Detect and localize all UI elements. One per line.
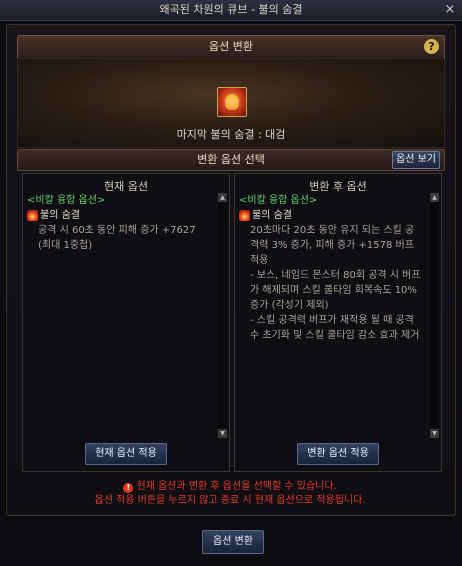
current-option-body: <비칼 융합 옵션> 불의 숨결 공격 시 60초 동안 피해 증가 +7627… [27,193,211,253]
scroll-up-icon[interactable]: ▲ [430,193,439,202]
scroll-down-icon[interactable]: ▼ [218,429,227,438]
view-options-button[interactable]: 옵션 보기 [392,151,440,169]
apply-after-button[interactable]: 변환 옵션 적용 [297,443,379,465]
help-icon[interactable]: ? [424,39,439,54]
after-option-panel: 변환 후 옵션 <비칼 융합 옵션> 불의 숨결 20초마다 20초 동안 유지… [234,173,442,472]
notice: ! 현재 옵션과 변환 후 옵션을 선택할 수 있습니다. 옵션 적용 버튼을 … [17,480,443,508]
current-option-title: 현재 옵션 [104,180,148,193]
convert-option-button[interactable]: 옵션 변환 [202,530,264,554]
header-title: 옵션 변환 [209,40,253,53]
window-title: 왜곡된 차원의 큐브 - 불의 숨결 [159,3,303,16]
item-banner: 마지막 불의 숨결 : 대검 [17,58,445,148]
item-name: 마지막 불의 숨결 : 대검 [176,128,286,141]
after-scrollbar[interactable]: ▲ ▼ [430,193,439,438]
after-option-header: 불의 숨결 [239,208,423,223]
current-option-name: 불의 숨결 [40,210,80,221]
close-icon[interactable]: × [442,2,458,18]
after-option-text: 20초마다 20초 동안 유지 되는 스킬 공격력 3% 증가, 피해 증가 +… [250,225,421,341]
current-option-panel: 현재 옵션 <비칼 융합 옵션> 불의 숨결 공격 시 60초 동안 피해 증가… [22,173,230,472]
header-bar: 옵션 변환 ? [17,35,445,59]
notice-line-1-text: 현재 옵션과 변환 후 옵션을 선택할 수 있습니다. [136,481,337,492]
fire-icon [27,210,38,221]
select-bar: 변환 옵션 선택 옵션 보기 [17,149,445,171]
notice-line-1: ! 현재 옵션과 변환 후 옵션을 선택할 수 있습니다. [17,480,443,494]
scroll-up-icon[interactable]: ▲ [218,193,227,202]
fire-breath-item-icon [217,87,247,117]
fire-icon [239,210,250,221]
current-scrollbar[interactable]: ▲ ▼ [218,193,227,438]
window-title-bar: 왜곡된 차원의 큐브 - 불의 숨결 × [0,0,462,21]
current-option-text: 공격 시 60초 동안 피해 증가 +7627 (최대 1중첩) [38,225,199,251]
current-option-header: 불의 숨결 [27,208,211,223]
after-set-name: <비칼 융합 옵션> [239,195,318,206]
scroll-down-icon[interactable]: ▼ [430,429,439,438]
apply-current-button[interactable]: 현재 옵션 적용 [85,443,167,465]
current-set-name: <비칼 융합 옵션> [27,195,106,206]
select-bar-title: 변환 옵션 선택 [197,153,265,166]
warning-icon: ! [123,483,134,493]
after-option-body: <비칼 융합 옵션> 불의 숨결 20초마다 20초 동안 유지 되는 스킬 공… [239,193,423,343]
after-option-title: 변환 후 옵션 [309,180,367,193]
after-option-name: 불의 숨결 [252,210,292,221]
notice-line-2: 옵션 적용 버튼을 누르지 않고 종료 시 현재 옵션으로 적용됩니다. [94,495,366,506]
